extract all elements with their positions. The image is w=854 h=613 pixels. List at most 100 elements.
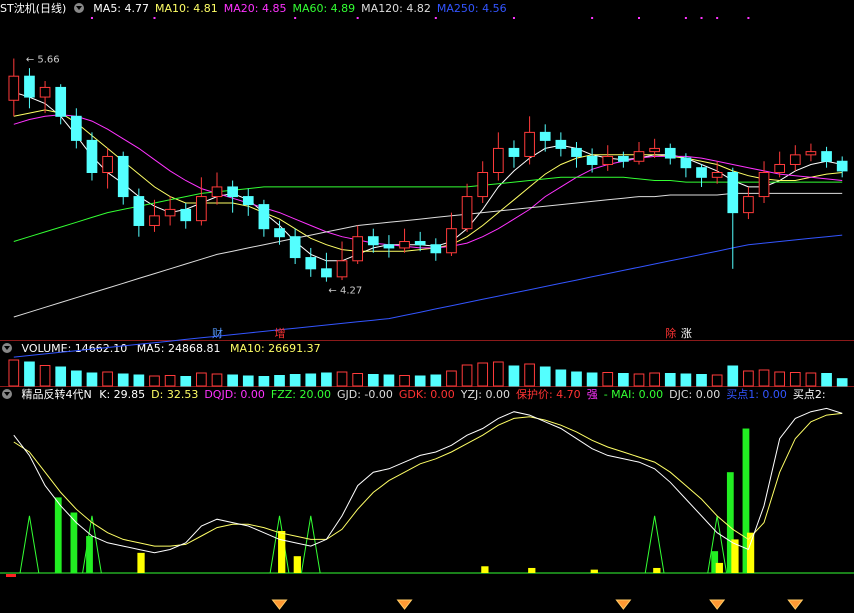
volume-bar [274,375,285,387]
candle-body [680,157,692,169]
signal-bar-green [86,536,93,573]
volume-bar [524,363,535,387]
candle-body [446,228,457,254]
volume-bar [461,364,473,387]
candle-body [805,151,817,156]
candle-body [8,75,20,101]
diamond-icon [709,599,726,610]
candle-body [383,244,395,249]
event-marker: 增 [275,326,286,340]
volume-bar [70,370,82,387]
ma-line-ma10 [13,109,843,252]
candle-body [571,147,582,157]
candle-body [743,196,754,214]
volume-bar [664,373,676,387]
signal-dot [591,17,594,19]
candle-body [227,186,238,198]
volume-bar [164,375,176,387]
volume-bar [586,372,598,387]
signal-dot [294,17,297,19]
volume-bar [836,378,848,387]
volume-bar [8,359,20,387]
candle-body [711,172,723,178]
signal-bar-green [70,512,78,573]
candle-body [461,196,473,230]
signal-bar-yellow [590,569,598,573]
signal-bar-yellow [481,566,489,573]
volume-bar [227,374,238,387]
stock-chart[interactable]: ← 5.66 ← 4.27 财 增 除涨 [0,0,854,613]
candle-body [696,167,707,178]
candle-body [352,236,364,262]
ma-line-ma250 [13,234,843,358]
indicator-line-d [13,412,843,547]
volume-bar [86,372,98,387]
candle-body [70,115,82,141]
volume-bar [696,374,707,387]
volume-bar [39,365,51,387]
volume-bar [618,373,629,387]
volume-bar [821,373,832,387]
volume-bar [430,374,442,387]
volume-bar [133,374,145,387]
volume-bar [633,373,645,387]
diamond-icon [615,599,632,610]
diamond-icon [271,599,288,610]
signal-bar-yellow [528,567,536,573]
diamond-icon [396,599,413,610]
volume-bar [711,374,723,387]
fzz-spike [19,515,40,574]
ma-line-ma20 [13,114,843,249]
volume-bar [258,376,270,387]
candle-body [180,208,192,222]
volume-bar [774,371,786,387]
candle-body [727,172,739,214]
candle-body [836,160,848,172]
candle-body [430,244,442,254]
high-price-label: ← 5.66 [26,55,60,66]
candle-body [274,228,285,238]
candle-body [24,75,35,98]
signal-dot [434,17,437,19]
candle-body [664,147,676,159]
volume-bar [196,372,207,387]
candle-body [539,131,551,141]
event-marker: 财 [212,326,223,340]
volume-bar [55,366,67,387]
volume-bar [539,366,551,387]
candle-body [305,257,317,270]
candle-body [649,147,660,153]
candle-body [758,172,770,198]
volume-bar [289,374,301,387]
signal-dot [716,17,719,19]
low-price-label: ← 4.27 [328,286,362,297]
volume-bar [211,373,223,387]
signal-dot [90,17,93,19]
volume-bar [180,376,192,387]
volume-bar [602,372,614,387]
indicator-line-k [13,407,843,554]
volume-bar [305,373,317,387]
candle-body [399,241,410,249]
candle-body [633,151,645,162]
candle-body [149,215,160,226]
signal-dot [356,17,359,19]
candle-body [289,236,301,259]
signal-bar-yellow [278,531,286,573]
candle-body [555,139,567,149]
candle-body [39,86,51,98]
signal-bar-yellow [715,562,723,573]
red-marker [6,574,16,577]
signal-bar-green [54,497,62,573]
event-marker: 除 [665,326,676,340]
candle-body [367,236,379,246]
event-marker: 涨 [681,327,692,340]
signal-dot [638,17,640,19]
candle-body [55,86,67,117]
candle-body [86,139,98,173]
candle-body [477,172,489,198]
candle-body [618,155,629,162]
volume-bar [414,375,426,387]
volume-bar [789,372,801,387]
signal-bar-yellow [653,567,661,573]
